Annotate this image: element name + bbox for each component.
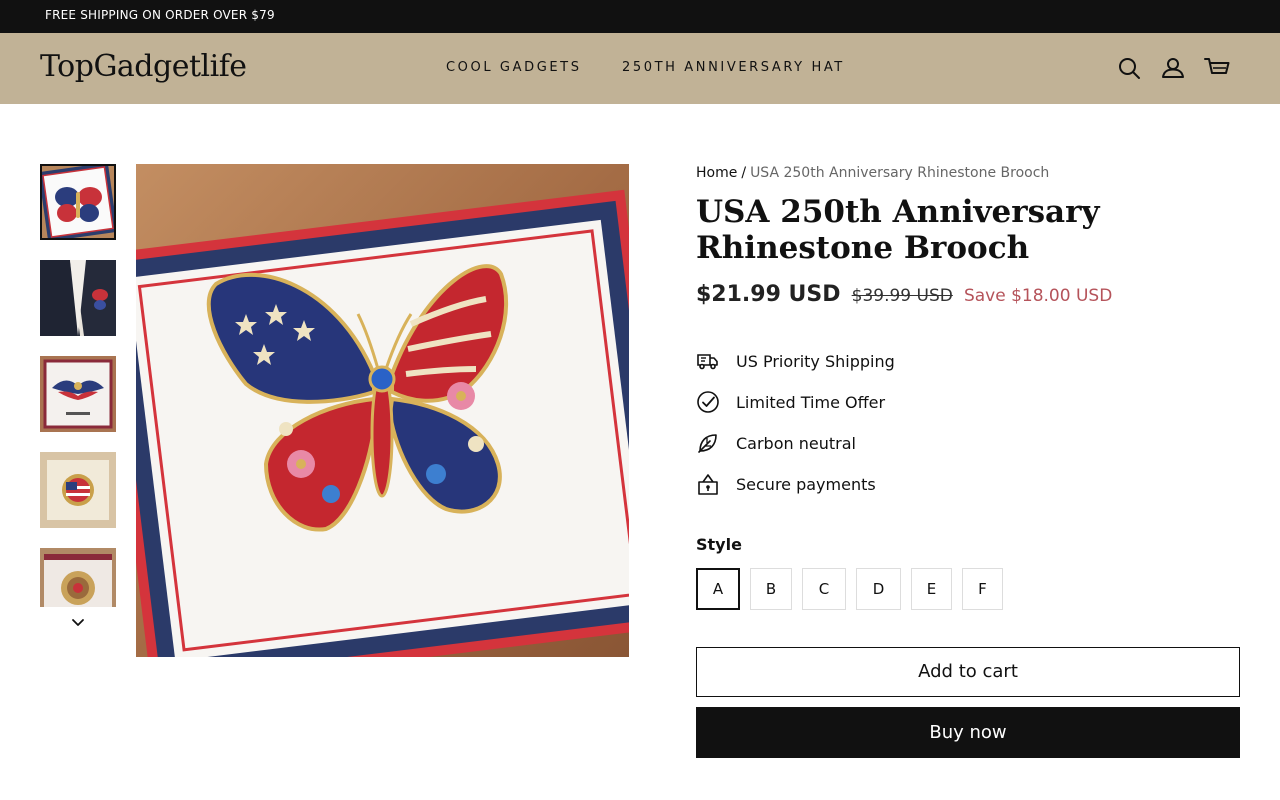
thumbnail-1[interactable]: [40, 164, 116, 240]
style-option-f[interactable]: F: [962, 568, 1003, 610]
thumbnail-strip: [40, 164, 116, 607]
breadcrumb: Home / USA 250th Anniversary Rhinestone Br…: [696, 165, 1049, 181]
breadcrumb-home-link[interactable]: Home: [696, 165, 737, 181]
style-option-c[interactable]: C: [802, 568, 846, 610]
cart-icon[interactable]: [1203, 54, 1231, 82]
buy-now-button[interactable]: Buy now: [696, 707, 1240, 758]
feature-text: Limited Time Offer: [736, 393, 886, 412]
style-option-a[interactable]: A: [696, 568, 740, 610]
style-option-e[interactable]: E: [911, 568, 952, 610]
compare-price: $39.99 USD: [851, 286, 953, 306]
thumbnail-3[interactable]: [40, 356, 116, 432]
truck-icon: [696, 349, 720, 373]
style-option-b[interactable]: B: [750, 568, 792, 610]
sale-price: $21.99 USD: [696, 282, 841, 307]
announcement-text: FREE SHIPPING ON ORDER OVER $79: [45, 8, 275, 22]
feature-secure-payments: Secure payments: [696, 472, 1096, 498]
search-icon[interactable]: [1115, 54, 1143, 82]
price-row: $21.99 USD $39.99 USD Save $18.00 USD: [696, 282, 1112, 307]
feature-limited-offer: Limited Time Offer: [696, 390, 1096, 416]
feature-carbon-neutral: Carbon neutral: [696, 431, 1096, 457]
chevron-down-icon[interactable]: [68, 614, 88, 632]
nav-link-cool-gadgets[interactable]: COOL GADGETS: [446, 60, 582, 75]
main-product-image[interactable]: [136, 164, 629, 657]
feature-text: Carbon neutral: [736, 434, 856, 453]
feature-text: Secure payments: [736, 475, 876, 494]
thumbnail-2[interactable]: [40, 260, 116, 336]
product-title: USA 250th Anniversary Rhinestone Brooch: [696, 194, 1100, 266]
site-header: TopGadgetlife COOL GADGETS 250TH ANNIVER…: [0, 33, 1280, 104]
add-to-cart-button[interactable]: Add to cart: [696, 647, 1240, 697]
thumbnail-4[interactable]: [40, 452, 116, 528]
style-label: Style: [696, 535, 742, 554]
lock-icon: [696, 472, 720, 496]
leaf-icon: [696, 431, 720, 455]
feature-shipping: US Priority Shipping: [696, 349, 1096, 375]
checkmark-circle-icon: [696, 390, 720, 414]
breadcrumb-separator: /: [741, 165, 747, 181]
site-logo[interactable]: TopGadgetlife: [40, 49, 247, 84]
savings-badge: Save $18.00 USD: [963, 286, 1113, 306]
breadcrumb-current: USA 250th Anniversary Rhinestone Brooch: [750, 165, 1050, 181]
nav-link-anniversary-hat[interactable]: 250TH ANNIVERSARY HAT: [622, 60, 845, 75]
account-icon[interactable]: [1159, 54, 1187, 82]
thumbnail-5[interactable]: [40, 548, 116, 607]
announcement-bar: FREE SHIPPING ON ORDER OVER $79: [0, 0, 1280, 33]
style-option-d[interactable]: D: [856, 568, 901, 610]
feature-text: US Priority Shipping: [736, 352, 895, 371]
